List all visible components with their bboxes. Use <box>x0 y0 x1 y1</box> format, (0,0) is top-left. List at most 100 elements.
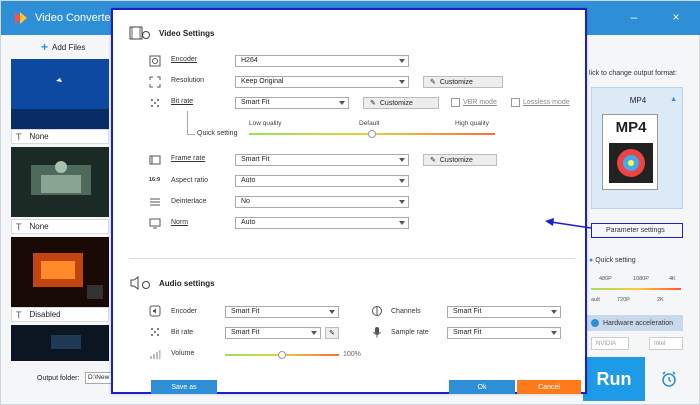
text-icon: T <box>16 309 22 320</box>
deinterlace-label: Deinterlace <box>171 198 207 205</box>
subtitle-selector[interactable]: T None <box>11 219 109 234</box>
video-thumbnail[interactable] <box>11 325 109 361</box>
resolution-tick: 480P <box>599 276 612 282</box>
gpu-option-nvidia[interactable]: NVIDIA <box>591 337 629 350</box>
plus-icon: + <box>41 40 49 54</box>
connector-line <box>187 111 195 135</box>
bitrate-icon <box>151 99 159 107</box>
channels-label: Channels <box>391 308 421 315</box>
volume-slider-handle[interactable] <box>278 351 286 359</box>
audio-bitrate-edit-button[interactable]: ✎ <box>325 327 339 339</box>
resolution-select[interactable]: Keep Original <box>235 76 409 88</box>
thumbnail-image <box>11 147 109 217</box>
chevron-down-icon <box>399 158 405 162</box>
customize-label: Customize <box>439 78 473 86</box>
audio-bitrate-select[interactable]: Smart Fit <box>225 327 321 339</box>
default-quality-label: Default <box>359 120 380 127</box>
chevron-down-icon <box>399 59 405 63</box>
vbr-mode-checkbox[interactable]: VBR mode <box>451 98 497 107</box>
alarm-clock-icon[interactable] <box>649 357 689 401</box>
frame-rate-value: Smart Fit <box>241 156 270 163</box>
ok-button[interactable]: Ok <box>449 380 515 394</box>
parameter-settings-dialog: Video Settings Encoder H264 Resolution K… <box>111 8 587 394</box>
thumbnail-image <box>11 325 109 361</box>
gpu-label: Intel <box>654 340 666 347</box>
hardware-acceleration-label: Hardware acceleration <box>603 319 674 327</box>
resolution-icon <box>149 76 161 88</box>
hardware-acceleration-toggle[interactable]: Hardware acceleration <box>587 315 683 331</box>
video-thumbnail[interactable] <box>11 147 109 217</box>
resolution-customize-button[interactable]: ✎ Customize <box>423 76 503 88</box>
sample-rate-select[interactable]: Smart Fit <box>447 327 561 339</box>
output-format-selector[interactable]: MP4 ▲ MP4 <box>591 87 683 209</box>
encoder-icon <box>149 55 161 67</box>
audio-settings-icon <box>130 276 150 290</box>
channels-value: Smart Fit <box>453 308 482 315</box>
quick-setting-title: ● Quick setting <box>589 257 636 264</box>
lossless-mode-label: Lossless mode <box>523 99 570 106</box>
app-title: Video Converter <box>35 12 115 24</box>
audio-encoder-icon <box>149 305 161 317</box>
lossless-mode-checkbox[interactable]: Lossless mode <box>511 98 570 107</box>
subtitle-selector[interactable]: T Disabled <box>11 307 109 322</box>
norm-select[interactable]: Auto <box>235 217 409 229</box>
deinterlace-select[interactable]: No <box>235 196 409 208</box>
output-format-hint: lick to change output format: <box>589 70 677 77</box>
checkbox-icon <box>511 98 520 107</box>
annotation-arrow-icon <box>545 218 592 229</box>
frame-rate-customize-button[interactable]: ✎ Customize <box>423 154 497 166</box>
aspect-ratio-select[interactable]: Auto <box>235 175 409 187</box>
save-as-label: Save as <box>171 383 197 391</box>
audio-encoder-select[interactable]: Smart Fit <box>225 306 339 318</box>
gpu-label: NVIDIA <box>596 340 617 347</box>
video-thumbnail[interactable] <box>11 59 109 129</box>
film-reel-icon <box>609 143 653 183</box>
chevron-down-icon <box>399 179 405 183</box>
mp4-format-tile: MP4 <box>602 114 658 190</box>
chevron-down-icon <box>339 101 345 105</box>
dropdown-arrow-icon: ▲ <box>670 96 677 103</box>
audio-settings-title: Audio settings <box>159 279 215 288</box>
chevron-down-icon <box>399 221 405 225</box>
output-folder-input[interactable]: D:\New f <box>85 372 113 384</box>
run-button[interactable]: Run <box>583 357 645 401</box>
minimize-icon[interactable]: – <box>627 10 641 24</box>
pencil-icon: ✎ <box>430 79 436 86</box>
audio-bitrate-icon <box>151 328 159 336</box>
bitrate-select[interactable]: Smart Fit <box>235 97 349 109</box>
resolution-slider[interactable] <box>591 288 681 290</box>
thumbnail-image <box>11 237 109 307</box>
aspect-ratio-value: Auto <box>241 177 256 184</box>
low-quality-label: Low quality <box>249 120 282 127</box>
text-icon: T <box>16 221 22 232</box>
frame-rate-icon <box>149 155 161 165</box>
add-files-button[interactable]: + Add Files <box>41 40 85 54</box>
pencil-icon: ✎ <box>370 100 376 107</box>
chevron-down-icon <box>551 331 557 335</box>
customize-label: Customize <box>439 156 473 164</box>
bitrate-customize-button[interactable]: ✎ Customize <box>363 97 439 109</box>
norm-label: Norm <box>171 219 189 226</box>
resolution-value: Keep Original <box>241 78 284 85</box>
close-icon[interactable]: × <box>669 10 683 24</box>
format-tile-label: MP4 <box>615 119 647 136</box>
volume-label: Volume <box>171 350 195 357</box>
audio-encoder-value: Smart Fit <box>231 308 260 315</box>
app-logo-icon <box>15 12 27 24</box>
gpu-option-intel[interactable]: Intel <box>649 337 683 350</box>
subtitle-value: None <box>29 132 49 141</box>
aspect-ratio-icon: 16:9 <box>149 177 161 183</box>
frame-rate-select[interactable]: Smart Fit <box>235 154 409 166</box>
encoder-select[interactable]: H264 <box>235 55 409 67</box>
save-as-button[interactable]: Save as <box>151 380 217 394</box>
volume-icon <box>150 350 161 359</box>
channels-select[interactable]: Smart Fit <box>447 306 561 318</box>
parameter-settings-label: Parameter settings <box>606 227 665 234</box>
cancel-button[interactable]: Cancel <box>517 380 581 394</box>
parameter-settings-button[interactable]: Parameter settings <box>591 223 683 238</box>
subtitle-selector[interactable]: T None <box>11 129 109 144</box>
quality-slider-handle[interactable] <box>368 130 376 138</box>
video-thumbnail[interactable] <box>11 237 109 307</box>
text-icon: T <box>16 131 22 142</box>
section-divider <box>129 258 575 259</box>
